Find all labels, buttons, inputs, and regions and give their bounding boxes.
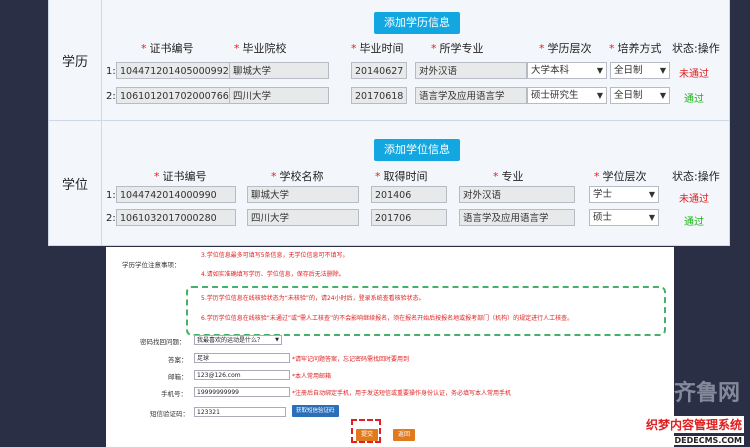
deg-date-input[interactable]: 201406 [371, 186, 447, 203]
phone-label: 手机号： [161, 390, 187, 398]
header-study-mode: * 培养方式 [609, 42, 662, 55]
deg-level-select[interactable]: 学士 ▼ [589, 186, 659, 203]
row-number: 1: [106, 66, 116, 77]
edu-major-input[interactable]: 语言学及应用语言学 [415, 87, 527, 104]
screenshot: 学历 添加学历信息 * 证书编号 * 毕业院校 * 毕业时间 * 所学专业 * 学历层次 … [0, 0, 750, 447]
header-school: * 毕业院校 [234, 42, 287, 55]
row-number: 1: [106, 190, 116, 201]
edu-level-select[interactable]: 硕士研究生 ▼ [527, 87, 607, 104]
header-degree-level: * 学位层次 [594, 170, 647, 183]
deg-level-select[interactable]: 硕士 ▼ [589, 209, 659, 226]
get-sms-code-button[interactable]: 获取短信验证码 [292, 405, 339, 417]
notice-item: 5.学历学位信息在线核验状态为“未核验”的，请24小时后，登录系统查看核验状态。 [201, 295, 425, 302]
header-major: * 所学专业 [431, 42, 484, 55]
question-select[interactable]: 我最喜欢的运动是什么？ ▼ [194, 335, 282, 345]
add-degree-button[interactable]: 添加学位信息 [374, 139, 460, 161]
zoomed-panel: 学历 添加学历信息 * 证书编号 * 毕业院校 * 毕业时间 * 所学专业 * 学历层次 … [48, 0, 730, 246]
email-hint: *本人常用邮箱 [292, 373, 332, 380]
header-status: 状态:操作 [672, 170, 720, 183]
submit-button[interactable]: 提交 [356, 429, 379, 441]
header-cert-number: * 证书编号 [141, 42, 194, 55]
deg-school-input[interactable]: 聊城大学 [247, 186, 359, 203]
answer-input[interactable]: 足球 [194, 353, 290, 363]
edu-school-input[interactable]: 四川大学 [229, 87, 329, 104]
header-major: * 专业 [493, 170, 524, 183]
header-edu-level: * 学历层次 [539, 42, 592, 55]
registration-form: 学历学位注意事项： 3.学位信息最多可填写5条信息，无学位信息可不填写。 4.请… [106, 247, 674, 447]
edu-mode-select[interactable]: 全日制 ▼ [610, 87, 670, 104]
status-badge[interactable]: 通过 [684, 213, 704, 228]
sms-code-input[interactable]: 123321 [194, 407, 286, 417]
background-watermark-logo: 齐鲁网 [673, 381, 740, 406]
phone-input[interactable]: 19999999999 [194, 387, 290, 397]
header-obtain-date: * 取得时间 [375, 170, 428, 183]
chevron-down-icon: ▼ [596, 91, 603, 100]
chevron-down-icon: ▼ [648, 213, 655, 222]
notice-item: 3.学位信息最多可填写5条信息，无学位信息可不填写。 [201, 252, 349, 259]
row-number: 2: [106, 91, 116, 102]
education-section-label: 学历 [49, 0, 102, 120]
deg-cert-input[interactable]: 1044742014000990 [116, 186, 236, 203]
email-label: 邮箱： [168, 373, 188, 381]
edu-school-input[interactable]: 聊城大学 [229, 62, 329, 79]
chevron-down-icon: ▼ [648, 190, 655, 199]
edu-major-input[interactable]: 对外汉语 [415, 62, 527, 79]
chevron-down-icon: ▼ [596, 66, 603, 75]
row-number: 2: [106, 213, 116, 224]
deg-date-input[interactable]: 201706 [371, 209, 447, 226]
question-label: 密码找回问题： [140, 338, 186, 346]
deg-major-input[interactable]: 对外汉语 [459, 186, 575, 203]
phone-hint: *注册后自动绑定手机，用于发送短信或重要操作身份认证，务必填写本人常用手机 [292, 390, 512, 397]
education-section: 学历 添加学历信息 * 证书编号 * 毕业院校 * 毕业时间 * 所学专业 * 学历层次 … [49, 0, 729, 121]
answer-hint: *请牢记问题答案，忘记密码需找回时要用到 [292, 356, 410, 363]
deg-school-input[interactable]: 四川大学 [247, 209, 359, 226]
deg-major-input[interactable]: 语言学及应用语言学 [459, 209, 575, 226]
edu-mode-select[interactable]: 全日制 ▼ [610, 62, 670, 79]
edu-cert-input[interactable]: 104471201405000992 [116, 62, 242, 79]
back-button[interactable]: 返回 [393, 429, 416, 441]
deg-cert-input[interactable]: 1061032017000280 [116, 209, 236, 226]
answer-label: 答案： [168, 356, 188, 364]
status-badge[interactable]: 未通过 [679, 190, 709, 205]
degree-section: 学位 添加学位信息 * 证书编号 * 学校名称 * 取得时间 * 专业 * 学位层次 状态… [49, 121, 729, 245]
sms-code-label: 短信验证码： [150, 410, 189, 418]
email-input[interactable]: 123@126.com [194, 370, 290, 380]
edu-date-input[interactable]: 20140627 [351, 62, 407, 79]
add-education-button[interactable]: 添加学历信息 [374, 12, 460, 34]
header-grad-date: * 毕业时间 [351, 42, 404, 55]
edu-cert-input[interactable]: 106101201702000766 [116, 87, 242, 104]
notice-label: 学历学位注意事项： [122, 261, 181, 269]
header-cert-number: * 证书编号 [154, 170, 207, 183]
status-badge[interactable]: 通过 [684, 90, 704, 105]
notice-item: 4.请如实准确填写学历、学位信息，保存后无法删除。 [201, 271, 345, 278]
status-badge[interactable]: 未通过 [679, 65, 709, 80]
watermark-url: DEDECMS.COM [672, 436, 744, 445]
degree-section-label: 学位 [49, 121, 102, 245]
header-status: 状态:操作 [672, 42, 720, 55]
chevron-down-icon: ▼ [659, 91, 666, 100]
edu-level-select[interactable]: 大学本科 ▼ [527, 62, 607, 79]
watermark-text: 织梦内容管理系统 [643, 416, 744, 433]
chevron-down-icon: ▼ [659, 66, 666, 75]
notice-item: 6.学历学位信息在线核验“未通过”或“需人工核查”的不会影响继续报名，须在报名开… [201, 315, 574, 322]
header-school-name: * 学校名称 [271, 170, 324, 183]
chevron-down-icon: ▼ [275, 337, 279, 343]
edu-date-input[interactable]: 20170618 [351, 87, 407, 104]
